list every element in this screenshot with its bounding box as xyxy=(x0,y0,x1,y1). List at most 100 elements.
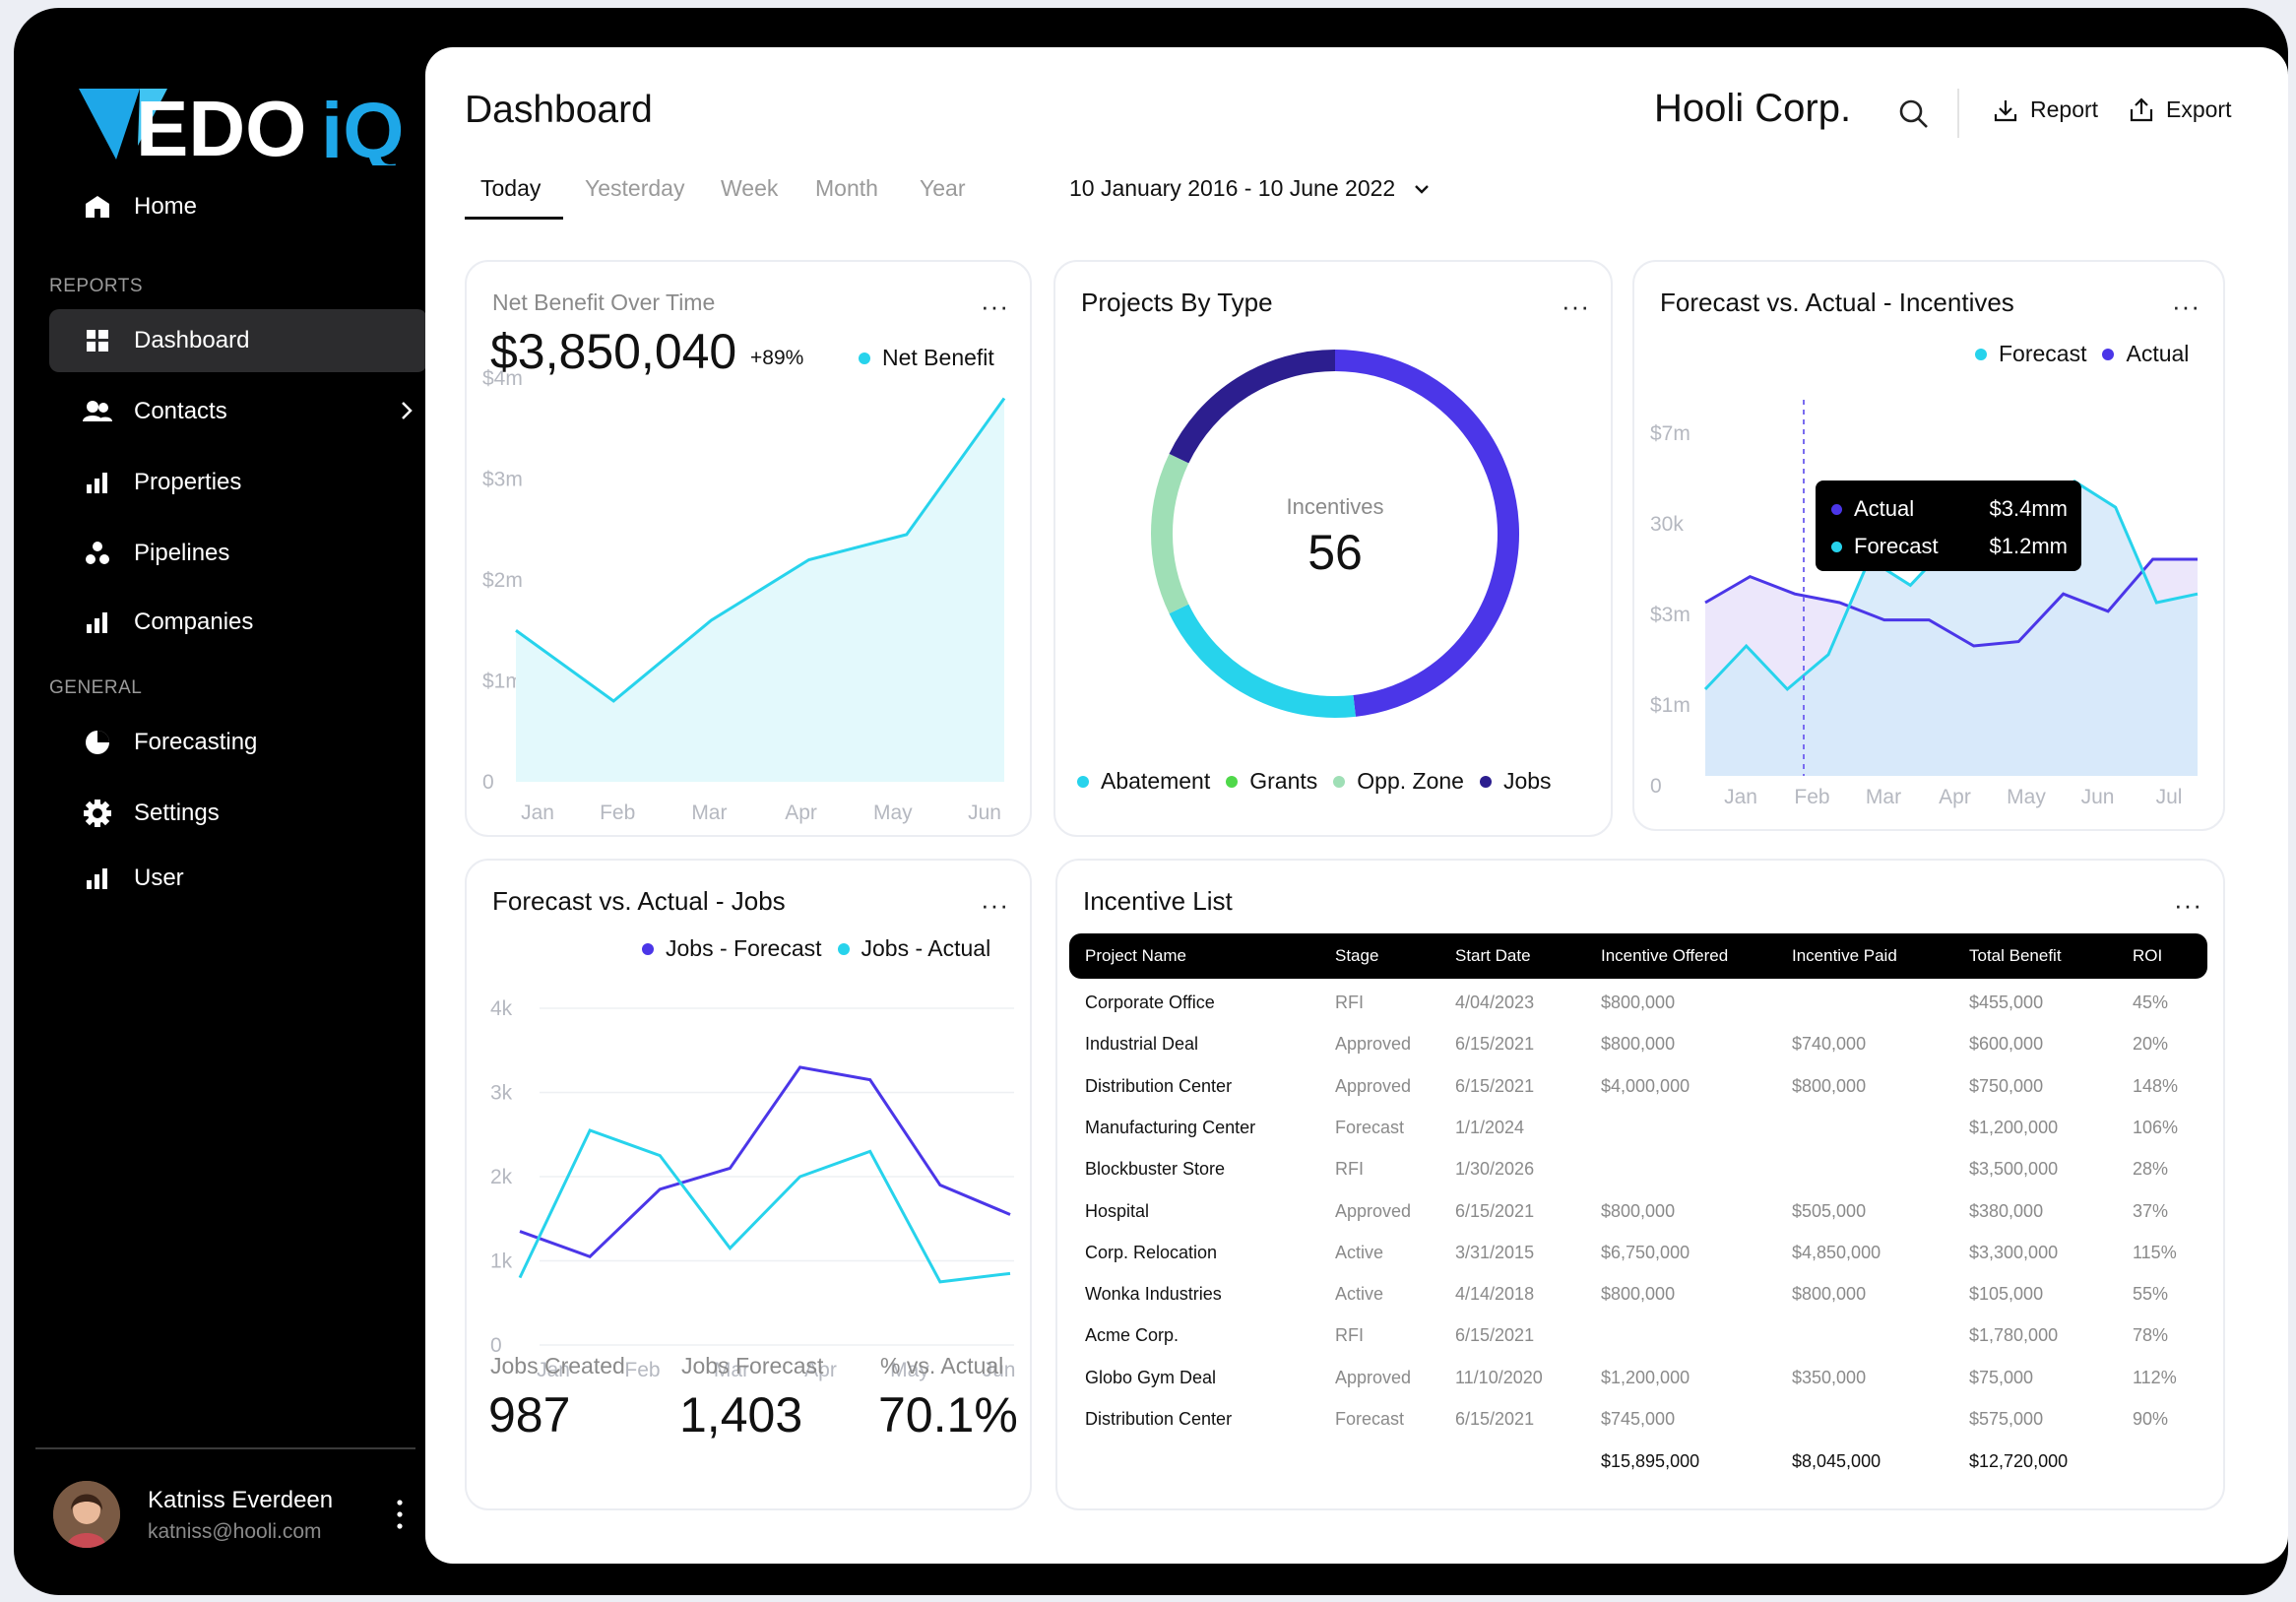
section-general-label: GENERAL xyxy=(49,677,143,698)
sidebar-item-label: Dashboard xyxy=(134,327,250,353)
y-tick-label: 2k xyxy=(490,1166,513,1188)
stat-jobs-created-label: Jobs Created xyxy=(490,1353,625,1378)
y-tick-label: $1m xyxy=(1650,694,1690,717)
gear-icon xyxy=(83,799,112,828)
bar-chart-icon xyxy=(83,468,112,497)
sidebar-item-forecasting[interactable]: Forecasting xyxy=(49,711,427,774)
card-title: Incentive List xyxy=(1083,886,1233,916)
date-range-value: 10 January 2016 - 10 June 2022 xyxy=(1069,175,1396,201)
table-cell: 148% xyxy=(2133,1075,2179,1096)
x-tick-label: Feb xyxy=(1794,786,1829,808)
more-vertical-icon[interactable] xyxy=(390,1497,410,1532)
sidebar-item-properties[interactable]: Properties xyxy=(49,451,427,514)
svg-text:iQ: iQ xyxy=(321,87,404,165)
table-cell: $1,780,000 xyxy=(1969,1325,2059,1346)
tab-month[interactable]: Month xyxy=(815,175,878,202)
x-tick-label: Feb xyxy=(600,801,635,824)
y-tick-label: $3m xyxy=(1650,604,1690,626)
user-email: katniss@hooli.com xyxy=(148,1520,322,1543)
sidebar-item-contacts[interactable]: Contacts xyxy=(49,380,427,443)
column-header[interactable]: ROI xyxy=(2133,946,2162,966)
table-cell: Approved xyxy=(1335,1034,1412,1055)
table-cell: RFI xyxy=(1335,993,1364,1012)
table-cell: 37% xyxy=(2133,1200,2169,1221)
table-cell: $105,000 xyxy=(1969,1284,2044,1305)
table-total-cell: $12,720,000 xyxy=(1969,1451,2069,1471)
table-cell: $575,000 xyxy=(1969,1409,2044,1429)
x-tick-label: May xyxy=(2007,786,2046,808)
y-tick-label: 30k xyxy=(1650,513,1684,536)
sidebar-item-dashboard[interactable]: Dashboard xyxy=(49,309,427,372)
table-cell: 11/10/2020 xyxy=(1455,1367,1543,1387)
table-cell: Acme Corp. xyxy=(1085,1325,1180,1346)
table-cell: Corp. Relocation xyxy=(1085,1242,1218,1262)
table-cell: Corporate Office xyxy=(1085,993,1215,1012)
sidebar-item-user[interactable]: User xyxy=(49,847,427,910)
sidebar-item-settings[interactable]: Settings xyxy=(49,782,427,845)
search-icon[interactable] xyxy=(1896,96,1932,132)
table-cell: 106% xyxy=(2133,1117,2179,1137)
x-tick-label: Jan xyxy=(1724,786,1757,808)
column-header[interactable]: Stage xyxy=(1335,946,1378,966)
chart-legend: Abatement Grants Opp. Zone Jobs xyxy=(1077,768,1552,795)
chevron-down-icon xyxy=(1415,184,1430,194)
stat-jobs-created-value: 987 xyxy=(488,1387,571,1442)
table-cell: Manufacturing Center xyxy=(1085,1117,1256,1137)
sidebar-item-pipelines[interactable]: Pipelines xyxy=(49,522,427,585)
table-cell: 115% xyxy=(2133,1242,2177,1262)
x-tick-label: Feb xyxy=(624,1359,660,1381)
table-cell: Distribution Center xyxy=(1085,1075,1233,1096)
table-cell: RFI xyxy=(1335,1325,1364,1346)
table-cell: 3/31/2015 xyxy=(1455,1242,1535,1262)
upload-icon xyxy=(2130,96,2153,121)
report-button[interactable]: Report xyxy=(1993,96,2098,123)
table-cell: $1,200,000 xyxy=(1969,1117,2059,1137)
table-cell: 112% xyxy=(2133,1367,2177,1387)
tab-week[interactable]: Week xyxy=(721,175,778,202)
export-button[interactable]: Export xyxy=(2129,96,2231,123)
net-benefit-chart: 0$1m$2m$3m$4mJan Feb Mar Apr May Jun xyxy=(482,367,1006,824)
more-horizontal-icon[interactable]: ··· xyxy=(2174,890,2202,921)
table-cell: $800,000 xyxy=(1601,1200,1676,1221)
active-tab-underline xyxy=(465,217,563,220)
projects-by-type-card: Projects By Type ··· Incentives 56 Abate… xyxy=(1053,260,1613,837)
page-title: Dashboard xyxy=(465,89,653,131)
sidebar-item-home[interactable]: Home xyxy=(49,175,427,238)
table-cell: Hospital xyxy=(1085,1200,1150,1221)
date-range-select[interactable]: 10 January 2016 - 10 June 2022 xyxy=(1069,175,1431,202)
table-cell: Blockbuster Store xyxy=(1085,1159,1226,1180)
donut-slice-jobs xyxy=(1169,350,1336,464)
table-cell: Active xyxy=(1335,1284,1384,1305)
user-card[interactable]: Katniss Everdeen katniss@hooli.com xyxy=(39,1475,417,1564)
table-cell: 6/15/2021 xyxy=(1455,1034,1535,1055)
donut-center-value: 56 xyxy=(1307,525,1363,580)
avatar[interactable] xyxy=(53,1481,120,1548)
column-header[interactable]: Incentive Offered xyxy=(1601,946,1728,966)
donut-center-label: Incentives xyxy=(1286,494,1384,519)
bar-chart-icon xyxy=(83,864,112,893)
column-header[interactable]: Project Name xyxy=(1085,946,1186,966)
table-cell: $800,000 xyxy=(1601,993,1676,1012)
table-cell: $505,000 xyxy=(1792,1200,1867,1221)
chart-tooltip: Actual $3.4mm Forecast $1.2mm xyxy=(1816,481,2081,571)
sidebar-divider xyxy=(35,1447,415,1449)
user-name: Katniss Everdeen xyxy=(148,1487,334,1513)
column-header[interactable]: Incentive Paid xyxy=(1792,946,1897,966)
tab-yesterday[interactable]: Yesterday xyxy=(585,175,684,202)
sidebar-item-companies[interactable]: Companies xyxy=(49,591,427,654)
jobs-actual-line xyxy=(518,1128,1011,1284)
dashboard-icon xyxy=(83,326,112,355)
y-tick-label: $3m xyxy=(482,469,523,491)
column-header[interactable]: Total Benefit xyxy=(1969,946,2062,966)
table-cell: $800,000 xyxy=(1601,1284,1676,1305)
edoiq-logo[interactable]: EDO iQ xyxy=(79,77,404,165)
table-cell: $350,000 xyxy=(1792,1367,1867,1387)
donut-slice-abatement xyxy=(1169,604,1356,718)
table-cell: $3,500,000 xyxy=(1969,1159,2059,1180)
column-header[interactable]: Start Date xyxy=(1455,946,1531,966)
table-cell: Active xyxy=(1335,1242,1384,1262)
x-tick-label: Jul xyxy=(2156,786,2183,808)
tab-today[interactable]: Today xyxy=(480,175,541,202)
sidebar-item-label: Companies xyxy=(134,609,254,635)
tab-year[interactable]: Year xyxy=(920,175,965,202)
